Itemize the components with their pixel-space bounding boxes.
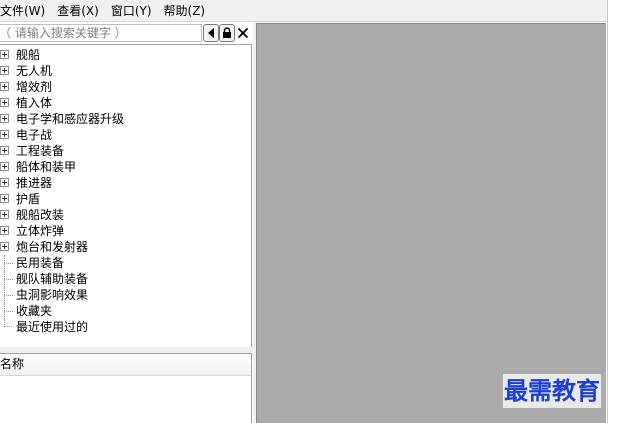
- expand-plus-icon[interactable]: [0, 50, 9, 59]
- tree-node-label: 增效剂: [16, 80, 53, 94]
- expand-plus-icon[interactable]: [0, 162, 9, 171]
- tree-node-electronics-sensors[interactable]: 电子学和感应器升级: [0, 111, 249, 127]
- tree-node-label: 电子学和感应器升级: [16, 112, 125, 126]
- app-window: 文件(W) 查看(X) 窗口(Y) 帮助(Z) （ 请输入搜索关键字 ） 舰船 …: [0, 0, 628, 423]
- tree-node-boosters[interactable]: 增效剂: [0, 79, 249, 95]
- menu-bar: 文件(W) 查看(X) 窗口(Y) 帮助(Z): [0, 0, 607, 22]
- lock-icon: [223, 27, 231, 38]
- tree-node-label: 电子战: [16, 128, 53, 142]
- expand-plus-icon[interactable]: [0, 114, 9, 123]
- tree-node-implants[interactable]: 植入体: [0, 95, 249, 111]
- window-edge: [607, 0, 628, 423]
- triangle-left-icon: [208, 28, 214, 38]
- expand-plus-icon[interactable]: [0, 226, 9, 235]
- tree-node-favorites[interactable]: 收藏夹: [0, 303, 249, 319]
- close-button[interactable]: [235, 24, 251, 42]
- expand-plus-icon[interactable]: [0, 146, 9, 155]
- tree-node-label: 炮台和发射器: [16, 240, 89, 254]
- expand-plus-icon[interactable]: [0, 66, 9, 75]
- tree-node-rigs[interactable]: 舰船改装: [0, 207, 249, 223]
- tree-node-shields[interactable]: 护盾: [0, 191, 249, 207]
- search-input[interactable]: [0, 24, 202, 42]
- expand-plus-icon[interactable]: [0, 210, 9, 219]
- tree-node-label: 立体炸弹: [16, 224, 65, 238]
- expand-plus-icon[interactable]: [0, 194, 9, 203]
- tree-node-fleet-assist[interactable]: 舰队辅助装备: [0, 271, 249, 287]
- tree-list: 舰船 无人机 增效剂 植入体 电子学和感应器升级 电子战 工程装备 船体和装甲 …: [0, 47, 249, 335]
- item-list[interactable]: 名称: [0, 353, 252, 423]
- detail-workspace: [256, 23, 606, 423]
- expand-plus-icon[interactable]: [0, 242, 9, 251]
- back-button[interactable]: [203, 24, 219, 42]
- menu-view[interactable]: 查看(X): [51, 0, 105, 22]
- tree-node-drones[interactable]: 无人机: [0, 63, 249, 79]
- tree-node-civilian[interactable]: 民用装备: [0, 255, 249, 271]
- tree-node-label: 收藏夹: [16, 304, 53, 318]
- tree-node-label: 工程装备: [16, 144, 65, 158]
- tree-connector: [4, 263, 13, 265]
- tree-node-label: 推进器: [16, 176, 53, 190]
- tree-node-propulsion[interactable]: 推进器: [0, 175, 249, 191]
- tree-node-label: 舰船: [16, 48, 41, 62]
- tree-connector: [4, 295, 13, 297]
- close-icon: [237, 27, 249, 39]
- tree-node-label: 民用装备: [16, 256, 65, 270]
- tree-node-label: 护盾: [16, 192, 41, 206]
- expand-plus-icon[interactable]: [0, 130, 9, 139]
- expand-plus-icon[interactable]: [0, 178, 9, 187]
- tree-node-smartbombs[interactable]: 立体炸弹: [0, 223, 249, 239]
- menu-file[interactable]: 文件(W): [0, 0, 51, 22]
- tree-node-electronic-warfare[interactable]: 电子战: [0, 127, 249, 143]
- tree-node-turrets-launchers[interactable]: 炮台和发射器: [0, 239, 249, 255]
- tree-node-label: 舰船改装: [16, 208, 65, 222]
- tree-node-recent[interactable]: 最近使用过的: [0, 319, 249, 335]
- tree-connector: [4, 279, 13, 281]
- tree-node-hull-armor[interactable]: 船体和装甲: [0, 159, 249, 175]
- menu-help[interactable]: 帮助(Z): [158, 0, 212, 22]
- expand-plus-icon[interactable]: [0, 98, 9, 107]
- lock-button[interactable]: [219, 24, 235, 42]
- market-browser-panel: 舰船 无人机 增效剂 植入体 电子学和感应器升级 电子战 工程装备 船体和装甲 …: [0, 22, 254, 423]
- tree-node-label: 船体和装甲: [16, 160, 77, 174]
- tree-node-ships[interactable]: 舰船: [0, 47, 249, 63]
- watermark-logo: 最需教育: [503, 374, 601, 408]
- tree-connector: [4, 319, 12, 327]
- tree-node-engineering[interactable]: 工程装备: [0, 143, 249, 159]
- tree-node-label: 无人机: [16, 64, 53, 78]
- tree-connector: [4, 311, 13, 313]
- tree-node-label: 植入体: [16, 96, 53, 110]
- tree-node-label: 最近使用过的: [16, 320, 89, 334]
- tree-node-label: 虫洞影响效果: [16, 288, 89, 302]
- search-row: [0, 23, 254, 43]
- column-header-name[interactable]: 名称: [0, 354, 251, 376]
- menu-window[interactable]: 窗口(Y): [105, 0, 158, 22]
- category-tree[interactable]: 舰船 无人机 增效剂 植入体 电子学和感应器升级 电子战 工程装备 船体和装甲 …: [0, 44, 252, 368]
- tree-node-wormhole-effects[interactable]: 虫洞影响效果: [0, 287, 249, 303]
- expand-plus-icon[interactable]: [0, 82, 9, 91]
- tree-node-label: 舰队辅助装备: [16, 272, 89, 286]
